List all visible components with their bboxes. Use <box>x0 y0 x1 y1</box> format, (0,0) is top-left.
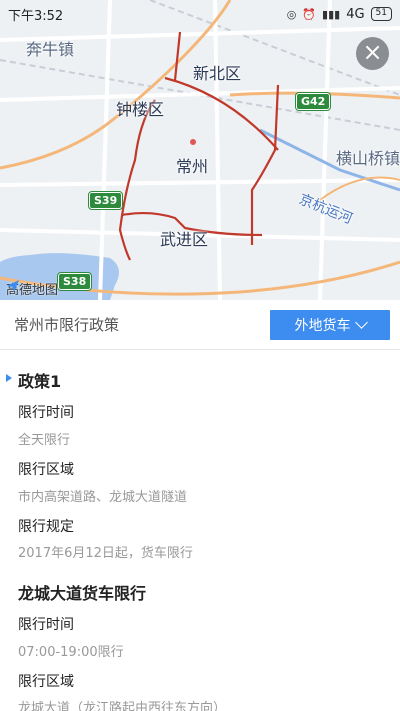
map-view[interactable]: 下午3:52 ◎ ⏰ ▮▮▮ 4G 51 奔牛镇 新北区 钟楼区 常州 横山桥镇… <box>0 0 400 300</box>
network-type: 4G <box>346 6 365 22</box>
status-time: 下午3:52 <box>8 8 64 24</box>
area-value: 市内高架道路、龙城大道隧道 <box>18 490 188 505</box>
map-label-zhonglou: 钟楼区 <box>116 100 165 119</box>
map-label-changzhou: 常州 <box>176 157 209 176</box>
vehicle-type-dropdown[interactable]: 外地货车 <box>270 309 390 340</box>
policy-title: 龙城大道货车限行 <box>18 584 147 603</box>
time-label: 限行时间 <box>18 617 74 633</box>
map-label-wujin: 武进区 <box>160 230 209 249</box>
amap-logo-icon <box>7 280 19 292</box>
policy-title: 政策1 <box>18 372 62 391</box>
alarm-icon: ⏰ <box>302 7 317 21</box>
highway-shield-s39: S39 <box>87 191 124 210</box>
city-title: 常州市限行政策 <box>14 316 120 334</box>
close-icon: × <box>362 38 383 66</box>
map-label-hengshanqiao: 横山桥镇 <box>336 149 400 168</box>
map-label-xinbei: 新北区 <box>193 64 242 83</box>
policy-list[interactable]: 政策1 限行时间 全天限行 限行区域 市内高架道路、龙城大道隧道 限行规定 20… <box>0 351 400 711</box>
chevron-down-icon <box>354 315 368 329</box>
highway-shield-s38: S38 <box>56 272 93 291</box>
time-value: 07:00-19:00限行 <box>18 645 124 660</box>
highway-shield-g42: G42 <box>294 92 332 111</box>
sync-icon: ◎ <box>286 7 297 21</box>
map-watermark: 高德地图 <box>6 279 58 298</box>
status-icons: ◎ ⏰ ▮▮▮ 4G 51 <box>287 7 392 22</box>
rule-value: 2017年6月12日起，货车限行 <box>18 546 193 561</box>
time-label: 限行时间 <box>18 405 74 421</box>
rule-label: 限行规定 <box>18 519 74 535</box>
status-bar: 下午3:52 ◎ ⏰ ▮▮▮ 4G 51 <box>0 0 400 28</box>
vehicle-type-label: 外地货车 <box>294 317 351 334</box>
signal-icon: ▮▮▮ <box>322 7 341 21</box>
battery-icon: 51 <box>370 7 392 21</box>
time-value: 全天限行 <box>18 433 71 448</box>
map-label-benniu: 奔牛镇 <box>26 40 75 59</box>
policy-header: 常州市限行政策 外地货车 <box>0 300 400 350</box>
policy-marker-icon <box>6 374 12 382</box>
close-button[interactable]: × <box>356 37 389 70</box>
area-label: 限行区域 <box>18 674 74 690</box>
area-label: 限行区域 <box>18 462 74 478</box>
area-value: 龙城大道（龙江路起由西往东方向） <box>18 701 227 711</box>
